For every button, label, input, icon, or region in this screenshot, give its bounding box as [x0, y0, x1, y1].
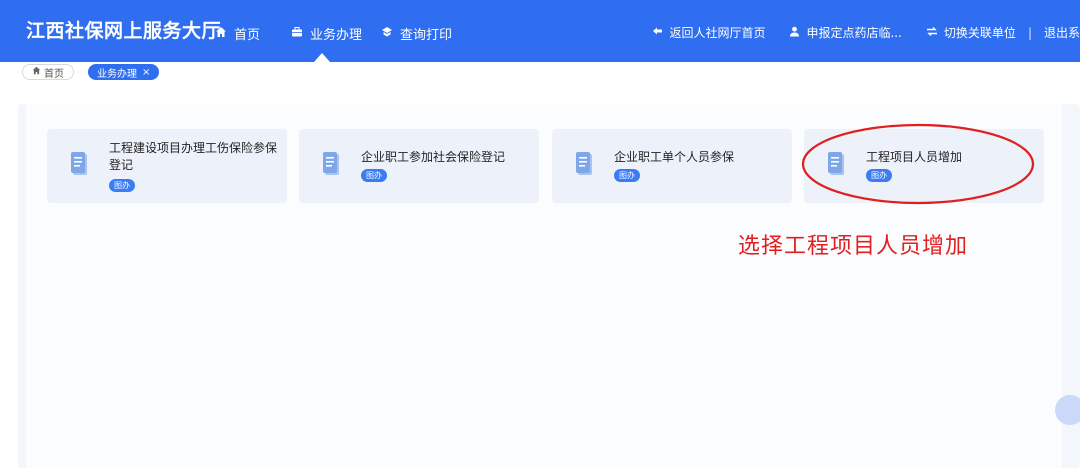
- link-separator: |: [1027, 25, 1032, 40]
- nav-business[interactable]: 业务办理: [290, 24, 362, 43]
- card-title-line: 企业职工参加社会保险登记: [361, 150, 506, 164]
- card-title-line: 工程建设项目办理工伤保险参保: [109, 141, 278, 155]
- breadcrumb-active-label: 业务办理: [97, 68, 137, 80]
- link-user-account[interactable]: 申报定点药店临...: [806, 24, 901, 41]
- home-icon: [32, 66, 41, 78]
- user-icon: [789, 26, 800, 40]
- nav-home[interactable]: 首页: [214, 24, 260, 43]
- header-right-links: 返回人社网厅首页 申报定点药店临... 切换关联单位 | 退出系: [652, 24, 1080, 41]
- top-navigation-bar: 江西社保网上服务大厅 首页 业务办理 查询打印 返回人社网厅首页 申报定点药店临…: [0, 0, 1080, 62]
- annotation-circle: [801, 123, 1035, 205]
- card-title-line: 企业职工单个人员参保: [614, 150, 735, 164]
- card-badge: 图办: [614, 169, 640, 182]
- home-icon: [214, 26, 228, 41]
- breadcrumb-bar: [0, 62, 1080, 84]
- link-switch-unit[interactable]: 切换关联单位: [944, 24, 1016, 41]
- card-badge: 图办: [361, 169, 387, 182]
- card-badge: 图办: [109, 179, 135, 192]
- nav-business-label: 业务办理: [310, 28, 363, 43]
- document-icon: [321, 151, 343, 179]
- print-icon: [380, 26, 394, 41]
- service-card-project-injury-insurance[interactable]: 工程建设项目办理工伤保险参保 登记 图办: [47, 129, 287, 203]
- annotation-text: 选择工程项目人员增加: [738, 234, 969, 259]
- site-title[interactable]: 江西社保网上服务大厅: [26, 16, 221, 43]
- card-title: 企业职工单个人员参保: [614, 149, 734, 166]
- nav-query-print-label: 查询打印: [400, 28, 453, 43]
- service-card-enterprise-insurance-registration[interactable]: 企业职工参加社会保险登记 图办: [299, 129, 539, 203]
- breadcrumb-tab-home[interactable]: 首页: [22, 64, 74, 80]
- card-title: 企业职工参加社会保险登记: [361, 149, 505, 166]
- service-card-single-employee-insurance[interactable]: 企业职工单个人员参保 图办: [552, 129, 792, 203]
- nav-query-print[interactable]: 查询打印: [380, 24, 452, 43]
- briefcase-icon: [290, 26, 304, 41]
- switch-icon: [926, 26, 938, 40]
- document-icon: [574, 151, 596, 179]
- link-return-portal[interactable]: 返回人社网厅首页: [669, 24, 765, 41]
- floating-help-button[interactable]: [1055, 395, 1080, 425]
- breadcrumb-home-label: 首页: [44, 68, 64, 80]
- close-icon[interactable]: ×: [142, 67, 150, 78]
- card-title-line: 登记: [109, 158, 134, 172]
- back-arrow-icon: [652, 26, 663, 40]
- active-nav-indicator: [314, 53, 330, 62]
- link-logout[interactable]: 退出系: [1044, 24, 1080, 41]
- nav-home-label: 首页: [234, 28, 261, 43]
- document-icon: [69, 151, 91, 179]
- card-title: 工程建设项目办理工伤保险参保 登记: [109, 140, 277, 174]
- breadcrumb-tab-business[interactable]: 业务办理 ×: [88, 64, 160, 80]
